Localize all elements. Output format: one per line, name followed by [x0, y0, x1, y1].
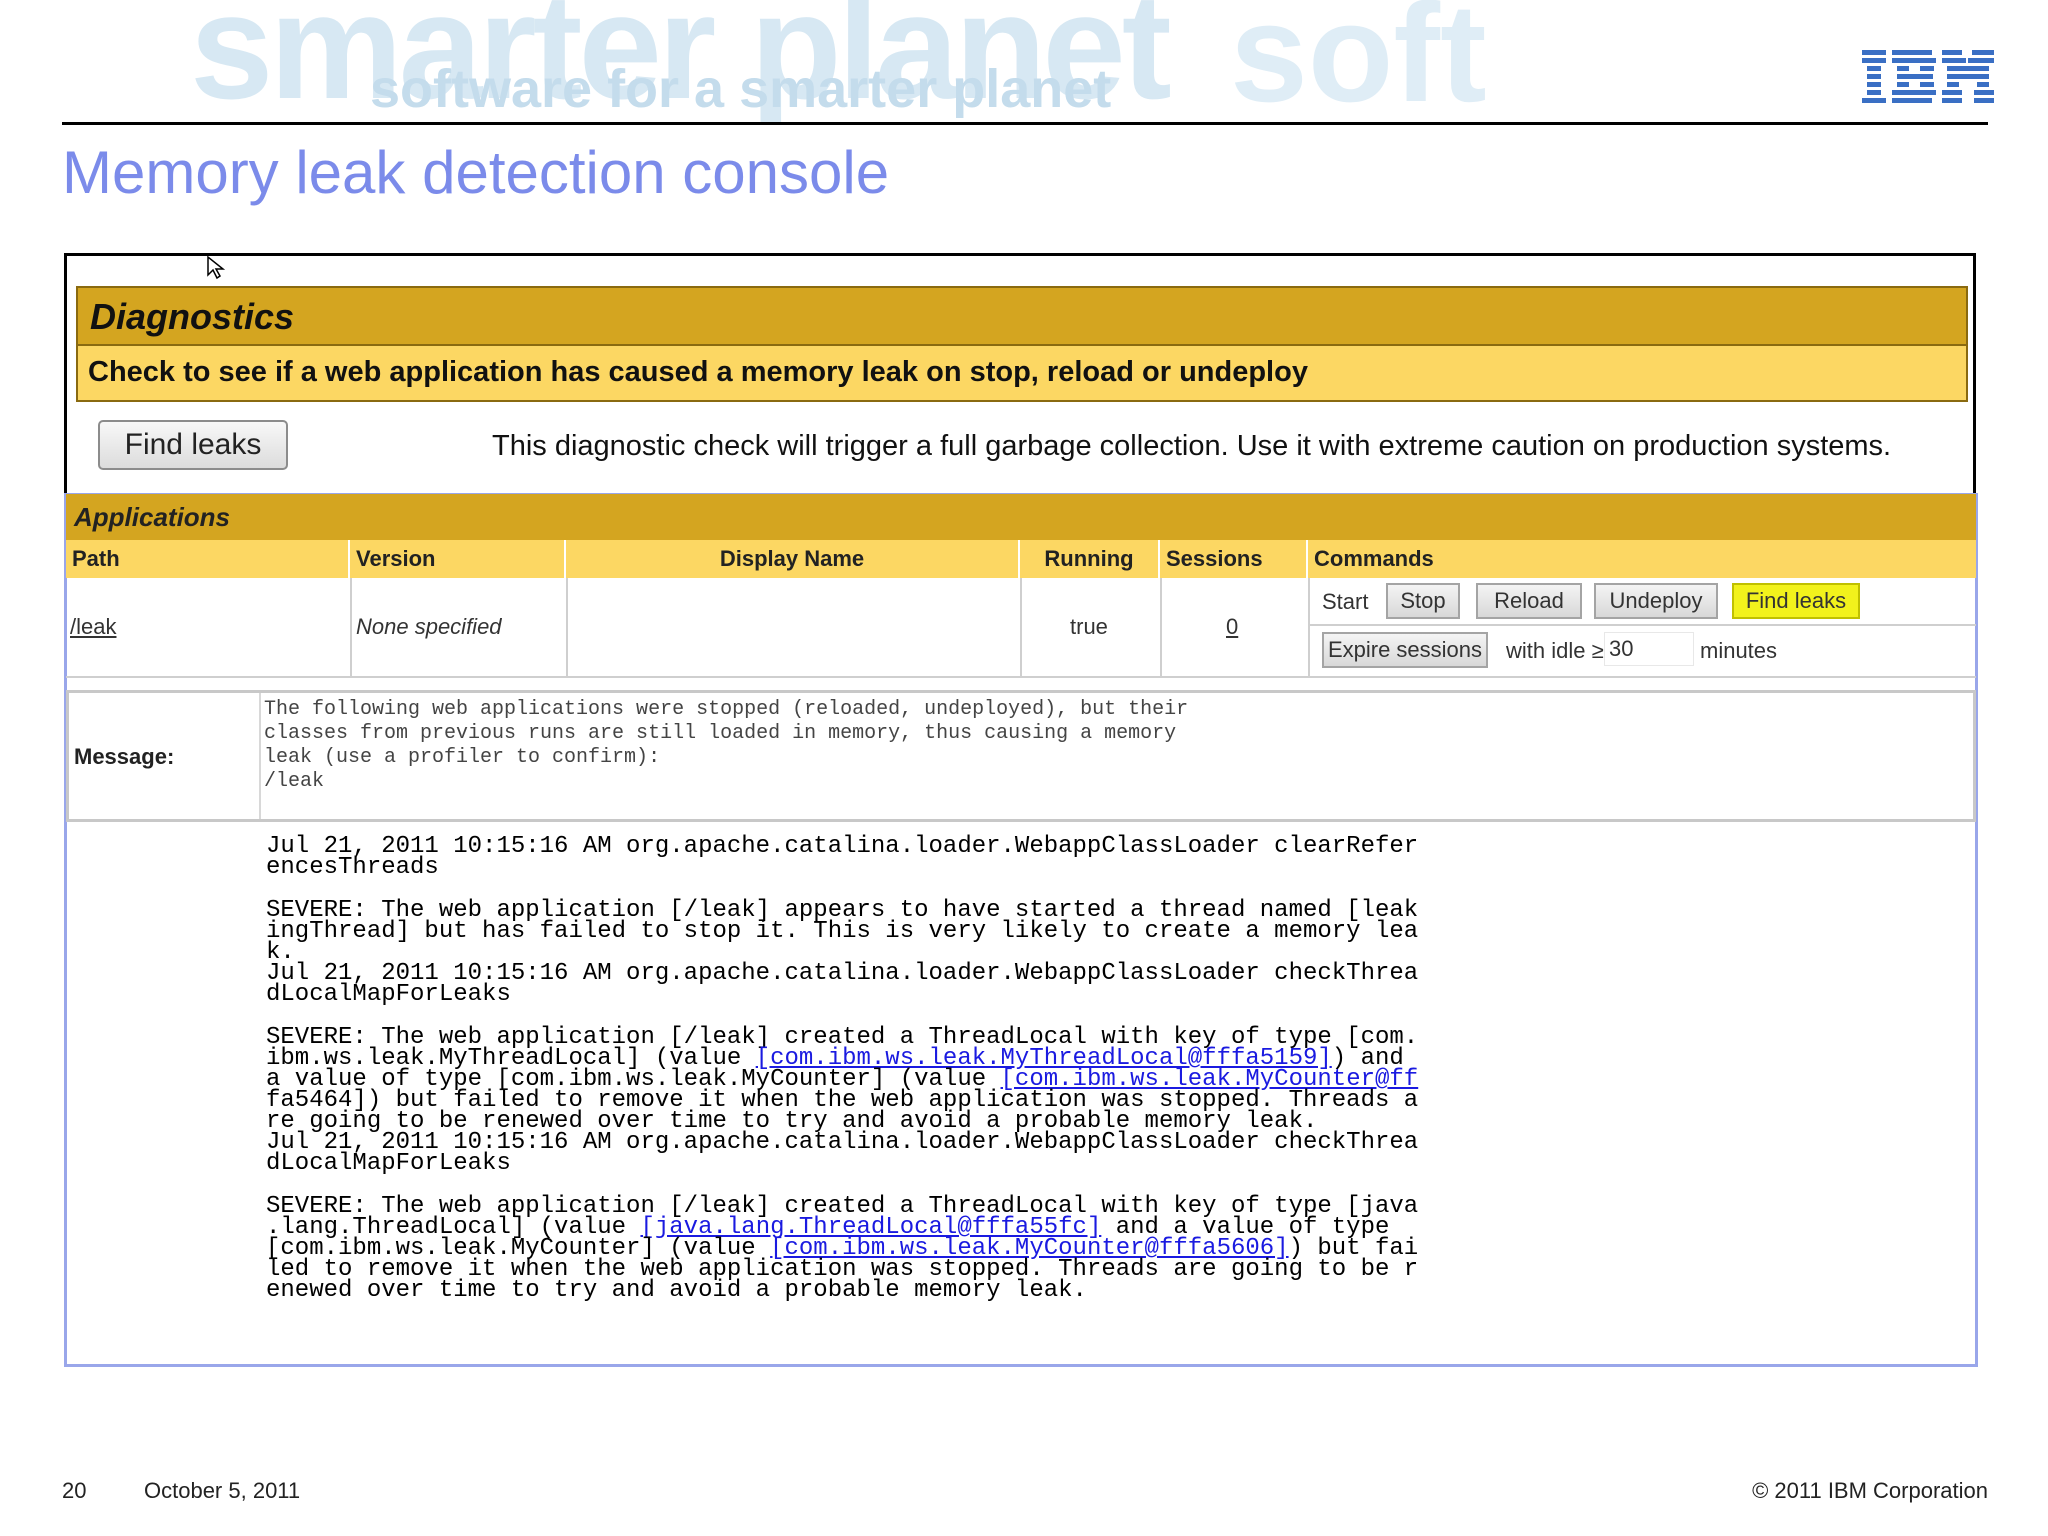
message-text: The following web applications were stop… [264, 698, 1189, 793]
app-path-link-text[interactable]: /leak [70, 614, 116, 639]
ibm-logo-icon [1862, 50, 1994, 103]
watermark-small: software for a smarter planet [370, 59, 1112, 119]
find-leaks-button[interactable]: Find leaks [98, 420, 288, 470]
expire-sessions-button[interactable]: Expire sessions [1322, 632, 1488, 668]
page-title: Memory leak detection console [62, 139, 890, 206]
diagnostics-heading: Diagnostics [76, 286, 1968, 346]
column-version: Version [350, 540, 566, 578]
slide-banner: smarter planet software for a smarter pl… [0, 0, 2048, 122]
column-running: Running [1020, 540, 1160, 578]
app-path-link[interactable]: /leak [70, 614, 116, 640]
idle-minutes-input[interactable]: 30 [1604, 632, 1694, 666]
cell-divider [1308, 578, 1310, 678]
column-commands: Commands [1308, 540, 1976, 578]
applications-heading-text: Applications [74, 502, 231, 532]
diagnostics-heading-text: Diagnostics [90, 296, 295, 337]
cell-divider [350, 578, 352, 678]
reload-button[interactable]: Reload [1476, 583, 1582, 619]
log-entry-2: SEVERE: The web application [/leak] appe… [266, 897, 1419, 1008]
minutes-label: minutes [1700, 638, 1778, 663]
message-divider [259, 693, 261, 819]
app-find-leaks-button[interactable]: Find leaks [1732, 583, 1860, 619]
log-output: Jul 21, 2011 10:15:16 AM org.apache.cata… [266, 833, 1546, 1303]
page-number: 20 [62, 1478, 87, 1503]
start-command-label: Start [1322, 589, 1369, 614]
slide-date: October 5, 2011 [144, 1478, 301, 1503]
cell-divider [1020, 578, 1022, 678]
app-sessions-link[interactable]: 0 [1226, 614, 1238, 640]
undeploy-button[interactable]: Undeploy [1594, 583, 1718, 619]
diagnostics-subheading: Check to see if a web application has ca… [76, 346, 1968, 402]
cursor-icon [207, 255, 226, 280]
column-sessions: Sessions [1160, 540, 1308, 578]
diagnostics-subheading-text: Check to see if a web application has ca… [88, 356, 1308, 388]
header-rule [62, 122, 1988, 125]
diagnostics-note: This diagnostic check will trigger a ful… [492, 430, 1892, 462]
cell-divider [1160, 578, 1162, 678]
app-version: None specified [356, 614, 502, 639]
app-sessions-link-text[interactable]: 0 [1226, 614, 1238, 639]
watermark-right: soft [1230, 0, 1487, 122]
column-display-name: Display Name [566, 540, 1020, 578]
row-divider [66, 676, 1976, 678]
cell-divider [1308, 624, 1976, 626]
with-idle-label: with idle ≥ [1506, 638, 1604, 663]
cell-divider [566, 578, 568, 678]
log-entry-1: Jul 21, 2011 10:15:16 AM org.apache.cata… [266, 833, 1419, 881]
applications-heading: Applications [66, 494, 1976, 540]
copyright: © 2011 IBM Corporation [1752, 1478, 1988, 1503]
log-entry-3-text-c: fa5464]) but failed to remove it when th… [266, 1087, 1419, 1177]
app-running: true [1070, 614, 1108, 639]
message-label: Message: [74, 744, 175, 769]
stop-button[interactable]: Stop [1386, 583, 1460, 619]
column-path: Path [66, 540, 350, 578]
